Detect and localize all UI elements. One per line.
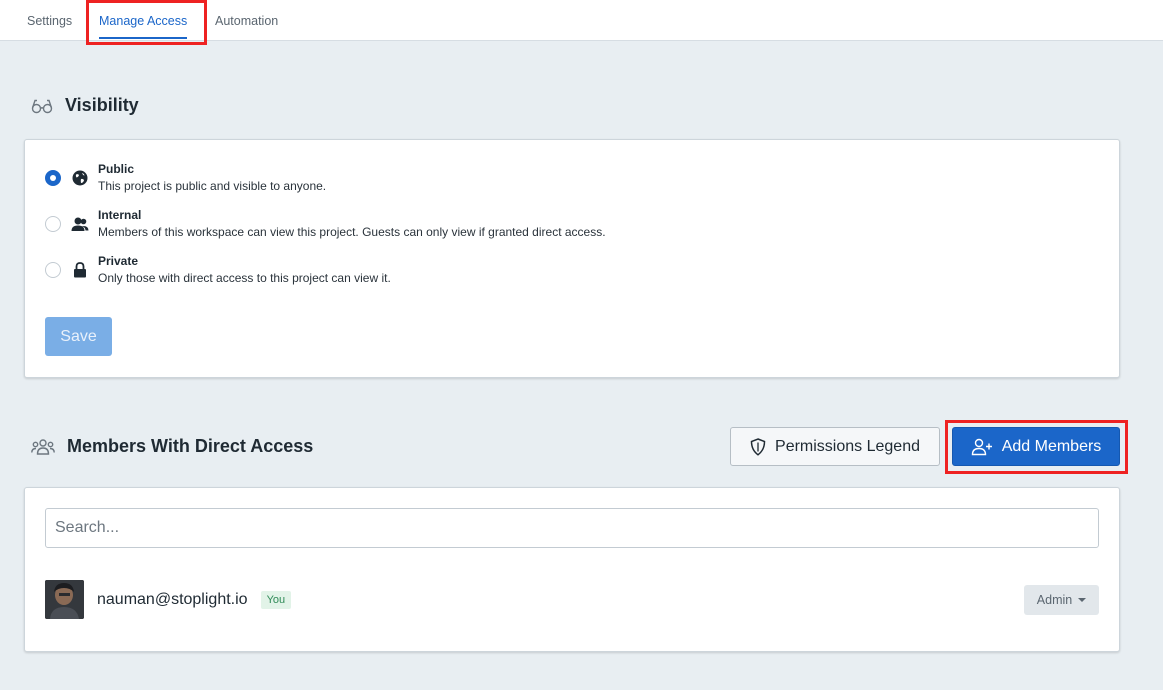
role-label: Admin: [1036, 593, 1073, 607]
private-title: Private: [98, 254, 139, 268]
member-row: nauman@stoplight.io You: [45, 580, 292, 619]
visibility-title: Visibility: [65, 95, 139, 115]
shield-icon: [750, 437, 766, 456]
add-user-icon: [971, 438, 993, 456]
members-title: Members With Direct Access: [67, 436, 314, 456]
internal-radio[interactable]: [45, 216, 61, 232]
private-description: Only those with direct access to this pr…: [98, 271, 391, 285]
visibility-option-private[interactable]: Private Only those with direct access to…: [45, 253, 391, 287]
role-dropdown[interactable]: Admin: [1024, 585, 1099, 615]
tab-settings[interactable]: Settings: [27, 0, 72, 41]
lock-icon: [71, 261, 89, 279]
permissions-legend-label: Permissions Legend: [775, 437, 920, 455]
save-button[interactable]: Save: [45, 317, 112, 356]
members-header: Members With Direct Access: [31, 436, 313, 457]
public-title: Public: [98, 162, 135, 176]
internal-description: Members of this workspace can view this …: [98, 225, 606, 239]
globe-icon: [71, 169, 89, 187]
users-icon: [71, 215, 89, 233]
avatar: [45, 580, 84, 619]
tab-manage-access[interactable]: Manage Access: [99, 0, 188, 41]
tab-bar: Settings Manage Access Automation: [0, 0, 1163, 41]
chevron-down-icon: [1078, 598, 1087, 602]
visibility-option-internal[interactable]: Internal Members of this workspace can v…: [45, 207, 606, 241]
internal-title: Internal: [98, 208, 142, 222]
search-input[interactable]: [45, 508, 1099, 548]
member-email: nauman@stoplight.io: [97, 590, 248, 608]
glasses-icon: [31, 98, 53, 114]
visibility-option-public[interactable]: Public This project is public and visibl…: [45, 161, 326, 195]
public-radio[interactable]: [45, 170, 61, 186]
add-members-button[interactable]: Add Members: [952, 427, 1120, 466]
public-description: This project is public and visible to an…: [98, 179, 327, 193]
you-badge: You: [260, 590, 292, 609]
people-group-icon: [31, 438, 55, 456]
permissions-legend-button[interactable]: Permissions Legend: [730, 427, 940, 466]
visibility-card: Public This project is public and visibl…: [24, 139, 1120, 378]
visibility-header: Visibility: [31, 95, 139, 116]
add-members-label: Add Members: [1001, 437, 1102, 455]
tab-automation[interactable]: Automation: [215, 0, 278, 41]
members-card: nauman@stoplight.io You Admin: [24, 487, 1120, 652]
private-radio[interactable]: [45, 262, 61, 278]
